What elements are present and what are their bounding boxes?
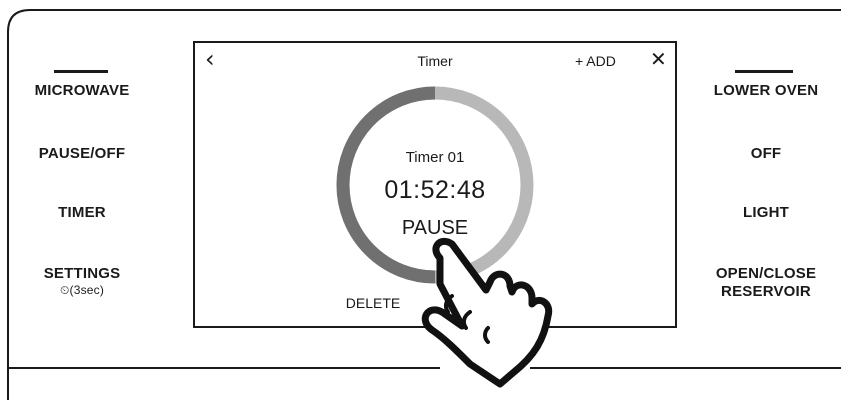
pointing-hand-icon <box>421 237 553 388</box>
